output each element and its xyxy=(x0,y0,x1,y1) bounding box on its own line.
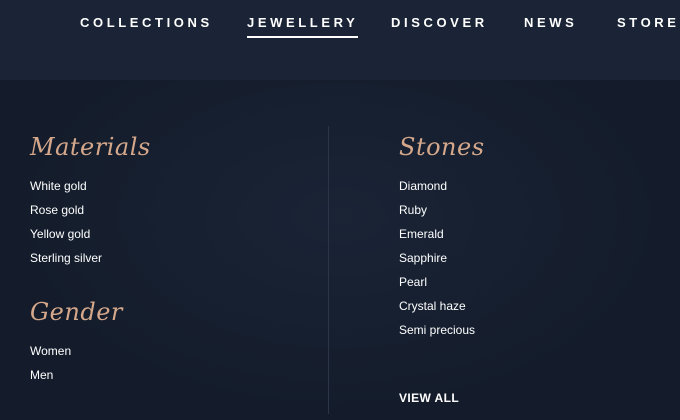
materials-item-sterling-silver[interactable]: Sterling silver xyxy=(30,246,102,270)
materials-list: White gold Rose gold Yellow gold Sterlin… xyxy=(30,174,102,270)
gender-heading: Gender xyxy=(30,298,123,326)
view-all-link[interactable]: VIEW ALL xyxy=(399,391,459,405)
stones-item-ruby[interactable]: Ruby xyxy=(399,198,475,222)
stones-item-emerald[interactable]: Emerald xyxy=(399,222,475,246)
nav-item-discover[interactable]: DISCOVER xyxy=(391,15,488,30)
stones-item-sapphire[interactable]: Sapphire xyxy=(399,246,475,270)
materials-item-rose-gold[interactable]: Rose gold xyxy=(30,198,102,222)
nav-item-collections[interactable]: COLLECTIONS xyxy=(80,15,213,30)
materials-item-white-gold[interactable]: White gold xyxy=(30,174,102,198)
gender-list: Women Men xyxy=(30,339,71,387)
main-nav: COLLECTIONS JEWELLERY DISCOVER NEWS STOR… xyxy=(0,0,680,80)
stones-item-semi-precious[interactable]: Semi precious xyxy=(399,318,475,342)
gender-item-women[interactable]: Women xyxy=(30,339,71,363)
stones-item-crystal-haze[interactable]: Crystal haze xyxy=(399,294,475,318)
gender-item-men[interactable]: Men xyxy=(30,363,71,387)
nav-item-jewellery[interactable]: JEWELLERY xyxy=(247,15,359,38)
stones-list: Diamond Ruby Emerald Sapphire Pearl Crys… xyxy=(399,174,475,342)
materials-heading: Materials xyxy=(30,133,151,161)
nav-item-store[interactable]: STORE xyxy=(617,15,680,30)
materials-item-yellow-gold[interactable]: Yellow gold xyxy=(30,222,102,246)
stones-item-diamond[interactable]: Diamond xyxy=(399,174,475,198)
nav-item-news[interactable]: NEWS xyxy=(524,15,577,30)
column-divider xyxy=(328,126,329,414)
stones-item-pearl[interactable]: Pearl xyxy=(399,270,475,294)
stones-heading: Stones xyxy=(399,133,485,161)
